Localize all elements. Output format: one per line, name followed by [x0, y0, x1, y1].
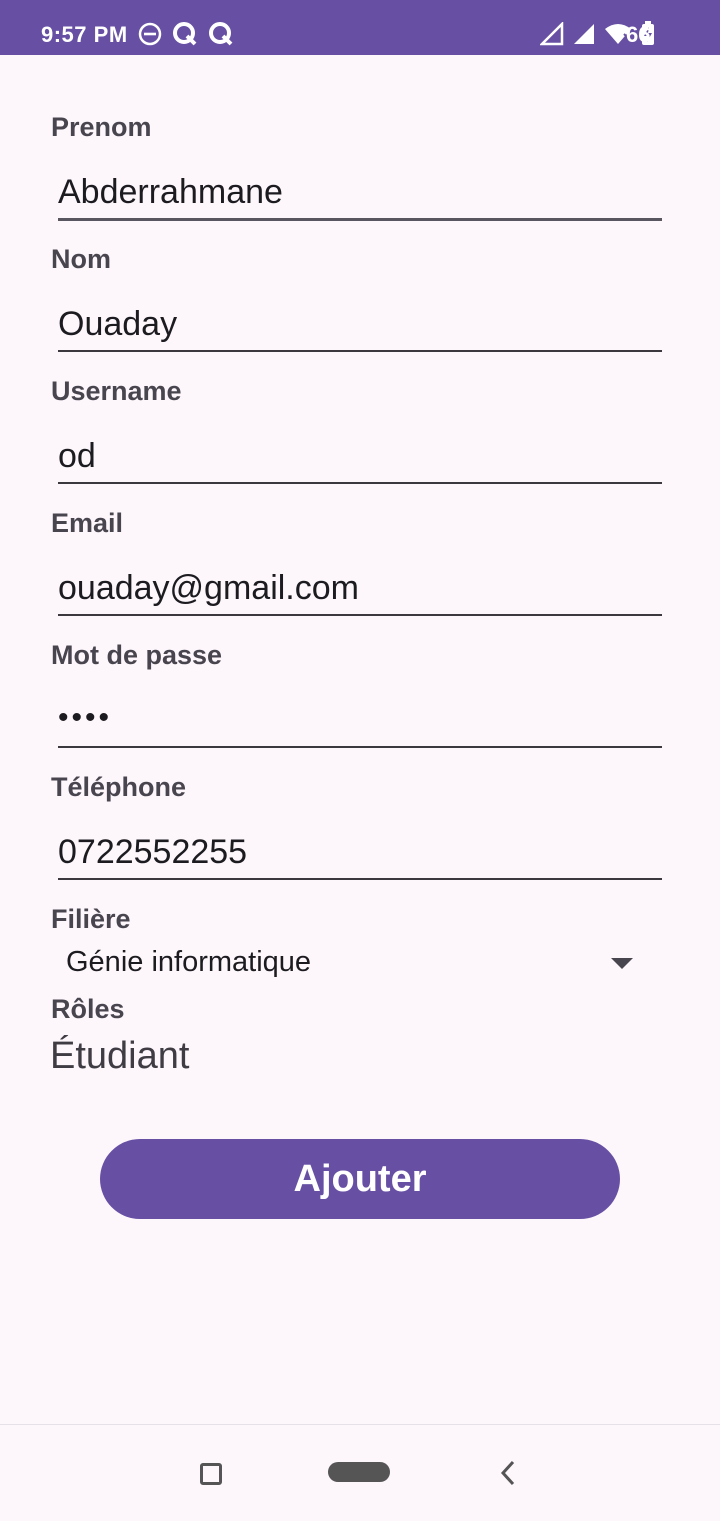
recent-apps-icon[interactable] [200, 1463, 222, 1485]
email-underline [58, 614, 662, 616]
home-icon[interactable] [328, 1462, 390, 1482]
q-app-icon [209, 22, 233, 46]
battery-level: 66 [626, 22, 651, 47]
email-input[interactable]: ouaday@gmail.com [58, 568, 662, 608]
status-bar: 9:57 PM 66 [0, 0, 720, 55]
nom-label: Nom [51, 244, 111, 274]
prenom-label: Prenom [51, 112, 152, 142]
status-notification-icons [138, 21, 234, 47]
add-button[interactable]: Ajouter [100, 1139, 620, 1219]
roles-value[interactable]: Étudiant [50, 1035, 189, 1078]
signal-icon [540, 22, 564, 46]
back-icon[interactable] [498, 1459, 518, 1487]
phone-underline [58, 878, 662, 880]
phone-input[interactable]: 0722552255 [58, 832, 662, 872]
nom-input[interactable]: Ouaday [58, 304, 662, 344]
filiere-label: Filière [51, 904, 131, 934]
q-app-icon [173, 22, 197, 46]
prenom-underline [58, 218, 662, 221]
add-button-label: Ajouter [293, 1157, 427, 1200]
dnd-icon [138, 22, 162, 46]
password-input[interactable]: •••• [58, 698, 662, 738]
signal-icon [574, 24, 594, 44]
phone-label: Téléphone [51, 772, 187, 802]
username-label: Username [51, 376, 182, 406]
username-input[interactable]: od [58, 436, 662, 476]
password-underline [58, 746, 662, 748]
status-time: 9:57 PM [41, 22, 128, 47]
filiere-spinner[interactable]: Génie informatique [66, 946, 311, 979]
password-label: Mot de passe [51, 640, 223, 670]
prenom-input[interactable]: Abderrahmane [58, 172, 662, 212]
nom-underline [58, 350, 662, 352]
roles-label: Rôles [51, 994, 125, 1024]
dropdown-arrow-icon[interactable] [610, 956, 634, 970]
navigation-bar [0, 1424, 720, 1521]
username-underline [58, 482, 662, 484]
email-label: Email [51, 508, 124, 538]
